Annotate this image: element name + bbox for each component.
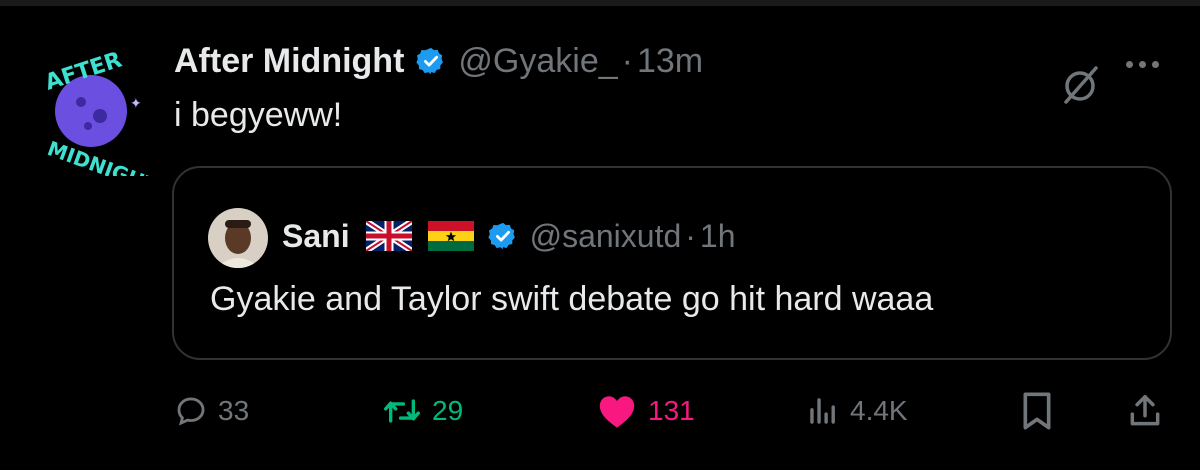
retweet-count: 29 [432, 395, 464, 426]
retweet-button[interactable]: 29 [382, 386, 463, 436]
like-count: 131 [648, 395, 695, 426]
bookmark-icon [1023, 392, 1051, 430]
quoted-author-avatar[interactable] [208, 208, 268, 268]
quoted-display-name: Sani [282, 217, 350, 254]
reply-button[interactable]: 33 [174, 386, 249, 436]
share-button[interactable] [1126, 386, 1164, 436]
bookmark-button[interactable] [1020, 386, 1054, 436]
reply-count: 33 [218, 395, 250, 426]
like-button[interactable]: 131 [596, 386, 695, 436]
author-display-name[interactable]: After Midnight [174, 42, 404, 81]
quoted-timestamp: 1h [699, 217, 736, 254]
more-options-icon[interactable] [1126, 54, 1170, 74]
after-midnight-logo: AFTER MIDNIGHT ✦ [42, 47, 161, 198]
author-avatar[interactable]: AFTER MIDNIGHT ✦ [26, 46, 161, 198]
quoted-tweet-header: Sani @sanixutd · 1h [282, 212, 736, 260]
views-chart-icon [810, 398, 835, 424]
top-divider [0, 0, 1200, 6]
views-button[interactable]: 4.4K [806, 386, 908, 436]
svg-text:✦: ✦ [130, 95, 142, 111]
verified-badge-icon [487, 222, 515, 250]
tweet-header: After Midnight @Gyakie_ · 13m [174, 36, 703, 86]
view-count: 4.4K [850, 395, 908, 426]
uk-flag-icon [365, 221, 412, 251]
separator-dot: · [621, 41, 633, 80]
quoted-handle: @sanixutd [529, 217, 682, 254]
author-handle[interactable]: @Gyakie_ [458, 42, 617, 81]
tweet-text: i begyeww! [174, 96, 343, 134]
quoted-tweet-text: Gyakie and Taylor swift debate go hit ha… [210, 280, 934, 318]
separator-dot: · [685, 217, 696, 254]
tweet-action-bar: 33 29 131 4.4K [0, 386, 1200, 436]
grok-icon[interactable] [1056, 62, 1104, 110]
avatar-photo [208, 208, 268, 268]
heart-icon [599, 396, 635, 428]
reply-icon [177, 397, 205, 426]
share-icon [1130, 395, 1160, 426]
verified-badge-icon[interactable] [416, 46, 446, 76]
tweet-timestamp[interactable]: 13m [637, 42, 703, 81]
quoted-tweet[interactable]: Sani @sanixutd · 1h Gyakie and Taylor sw… [172, 166, 1172, 360]
ghana-flag-icon [427, 221, 474, 251]
retweet-icon [384, 399, 420, 423]
